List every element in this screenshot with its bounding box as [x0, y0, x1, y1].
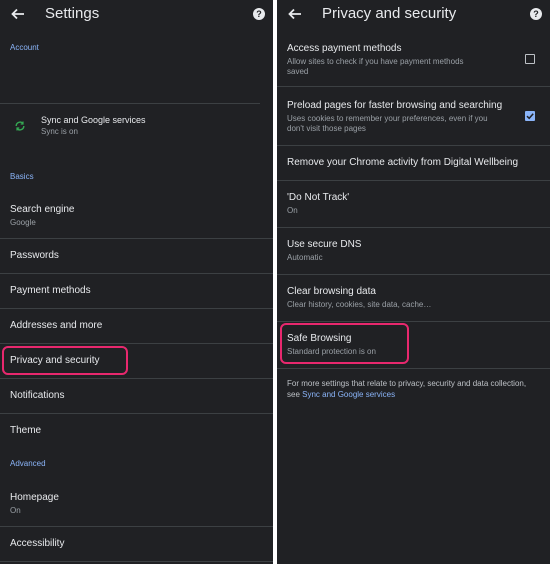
sync-services-link[interactable]: Sync and Google services	[302, 390, 395, 399]
passwords-label: Passwords	[10, 250, 59, 261]
arrow-back-icon[interactable]	[10, 6, 26, 22]
privacy-highlight	[2, 346, 128, 375]
settings-item-search-engine[interactable]: Search engine Google	[0, 196, 273, 238]
divider	[277, 368, 550, 369]
access-payment-checkbox[interactable]	[525, 54, 535, 64]
settings-item-homepage[interactable]: Homepage On	[0, 484, 273, 526]
divider	[277, 274, 550, 275]
sync-status: Sync is on	[41, 127, 78, 136]
check-icon	[526, 113, 534, 120]
secure-dns-label: Use secure DNS	[287, 239, 362, 250]
settings-item-accessibility[interactable]: Accessibility	[0, 527, 273, 561]
page-title: Settings	[45, 5, 100, 22]
divider	[0, 103, 260, 104]
addresses-label: Addresses and more	[10, 320, 103, 331]
settings-item-payment-methods[interactable]: Payment methods	[0, 274, 273, 308]
preload-desc-line1: Uses cookies to remember your preference…	[287, 114, 488, 123]
page-title: Privacy and security	[322, 5, 457, 22]
dnt-label: 'Do Not Track'	[287, 192, 350, 203]
setting-access-payment-methods[interactable]: Access payment methods Allow sites to ch…	[277, 38, 550, 86]
sync-icon	[15, 121, 25, 131]
divider	[277, 86, 550, 87]
setting-do-not-track[interactable]: 'Do Not Track' On	[277, 185, 550, 227]
help-icon[interactable]: ?	[253, 8, 265, 20]
homepage-value: On	[10, 506, 21, 515]
privacy-security-panel: Privacy and security ? Access payment me…	[277, 0, 550, 564]
section-header-basics: Basics	[10, 172, 34, 181]
preload-label: Preload pages for faster browsing and se…	[287, 100, 503, 111]
clear-data-label: Clear browsing data	[287, 286, 376, 297]
settings-item-passwords[interactable]: Passwords	[0, 239, 273, 273]
homepage-label: Homepage	[10, 492, 59, 503]
payment-methods-label: Payment methods	[10, 285, 91, 296]
settings-item-addresses[interactable]: Addresses and more	[0, 309, 273, 343]
preload-desc-line2: don't visit those pages	[287, 124, 366, 133]
divider	[277, 180, 550, 181]
section-header-account: Account	[10, 43, 39, 52]
search-engine-value: Google	[10, 218, 36, 227]
setting-preload-pages[interactable]: Preload pages for faster browsing and se…	[277, 95, 550, 143]
arrow-back-icon[interactable]	[287, 6, 303, 22]
divider	[0, 561, 273, 562]
secure-dns-value: Automatic	[287, 253, 323, 262]
safe-browsing-highlight	[280, 323, 409, 364]
dnt-value: On	[287, 206, 298, 215]
settings-item-theme[interactable]: Theme	[0, 414, 273, 448]
accessibility-label: Accessibility	[10, 538, 65, 549]
divider	[277, 321, 550, 322]
help-icon[interactable]: ?	[530, 8, 542, 20]
search-engine-label: Search engine	[10, 204, 75, 215]
section-header-advanced: Advanced	[10, 459, 46, 468]
sync-label: Sync and Google services	[41, 115, 146, 125]
access-payment-desc-line1: Allow sites to check if you have payment…	[287, 57, 464, 66]
setting-remove-activity[interactable]: Remove your Chrome activity from Digital…	[277, 146, 550, 180]
theme-label: Theme	[10, 425, 42, 436]
notifications-label: Notifications	[10, 390, 65, 401]
setting-clear-browsing-data[interactable]: Clear browsing data Clear history, cooki…	[277, 279, 550, 321]
setting-secure-dns[interactable]: Use secure DNS Automatic	[277, 232, 550, 274]
remove-activity-label: Remove your Chrome activity from Digital…	[287, 157, 519, 168]
footer-description: For more settings that relate to privacy…	[287, 378, 537, 400]
preload-checkbox[interactable]	[525, 111, 535, 121]
settings-panel: Settings ? Account Sync and Google servi…	[0, 0, 273, 564]
settings-item-sync[interactable]: Sync and Google services Sync is on	[0, 108, 273, 146]
divider	[277, 227, 550, 228]
access-payment-desc-line2: saved	[287, 67, 309, 76]
clear-data-desc: Clear history, cookies, site data, cache…	[287, 300, 432, 309]
settings-app-bar: Settings ?	[0, 0, 273, 32]
settings-item-notifications[interactable]: Notifications	[0, 379, 273, 413]
access-payment-label: Access payment methods	[287, 43, 402, 54]
privacy-app-bar: Privacy and security ?	[277, 0, 550, 32]
